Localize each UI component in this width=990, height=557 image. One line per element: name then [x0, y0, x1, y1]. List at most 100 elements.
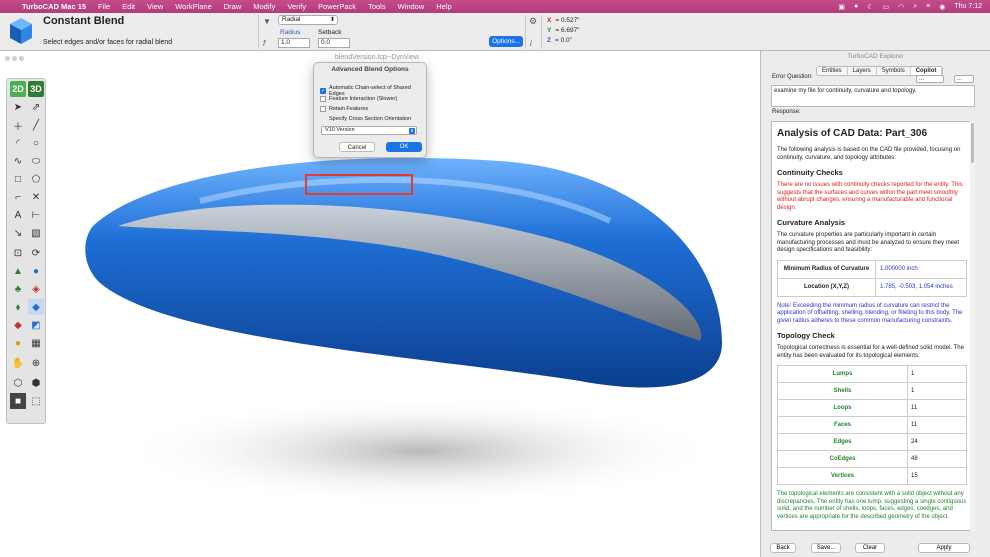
extrude-icon[interactable]: ⬧ — [10, 299, 26, 315]
question-select[interactable]: ... — [916, 75, 944, 83]
table-cell: 15 — [907, 467, 967, 485]
view-cube-icon[interactable]: ⬡ — [10, 375, 26, 391]
setback-input[interactable]: 0.0 — [318, 38, 350, 48]
pan-hand-icon[interactable]: ✋ — [10, 355, 26, 371]
gear-icon[interactable]: ⚙ — [529, 16, 537, 27]
line-icon[interactable]: ╱ — [28, 117, 44, 133]
radius-input[interactable]: 1.0 — [278, 38, 310, 48]
battery-icon[interactable]: ▭ — [883, 3, 890, 11]
back-button[interactable]: Back — [770, 543, 796, 553]
boolean-icon[interactable]: ◆ — [10, 317, 26, 333]
revolve-icon[interactable]: ♣ — [10, 281, 26, 297]
select-arrow-icon[interactable]: ➤ — [10, 99, 26, 115]
version-value: V10 Version — [325, 127, 355, 133]
hatch-icon[interactable]: ▧ — [28, 225, 44, 241]
topology-text: Topological correctness is essential for… — [777, 345, 964, 359]
wifi-icon[interactable]: ◠ — [898, 3, 904, 11]
option-retain-features[interactable]: Retain Features — [320, 106, 368, 112]
tab-copilot[interactable]: Copilot — [910, 67, 943, 75]
menu-modify[interactable]: Modify — [247, 2, 281, 11]
snap-icon[interactable]: ⊡ — [10, 245, 26, 261]
version-select[interactable]: V10 Version ⬍ — [321, 126, 417, 135]
material-icon[interactable]: ● — [10, 335, 26, 351]
options-button[interactable]: Options... — [489, 36, 523, 47]
dimension-icon[interactable]: ⊢ — [28, 207, 44, 223]
save-button[interactable]: Save... — [811, 543, 841, 553]
response-scrollbar[interactable] — [970, 121, 975, 531]
menu-help[interactable]: Help — [430, 2, 457, 11]
2d-mode-button[interactable]: 2D — [10, 81, 26, 97]
point-icon[interactable]: ＋ — [10, 117, 26, 133]
menu-app-name[interactable]: TurboCAD Mac 15 — [16, 2, 92, 11]
3d-mode-button[interactable]: 3D — [28, 81, 44, 97]
cancel-button[interactable]: Cancel — [339, 142, 375, 152]
trim-icon[interactable]: ✕ — [28, 189, 44, 205]
tab-layers[interactable]: Layers — [848, 67, 877, 75]
info-icon[interactable]: i — [530, 39, 532, 48]
model-select[interactable]: ... — [954, 75, 974, 83]
edit-arrow-icon[interactable]: ⇗ — [28, 99, 44, 115]
finder-icon[interactable]: ▣ — [838, 3, 845, 11]
cone-icon[interactable]: ▲ — [10, 263, 26, 279]
menu-view[interactable]: View — [141, 2, 169, 11]
checkbox[interactable] — [320, 106, 326, 112]
user-icon[interactable]: ◉ — [939, 3, 945, 11]
shaded-view-icon[interactable]: ■ — [10, 393, 26, 409]
option-cross-section[interactable]: Specify Cross Section Orientation — [320, 116, 411, 122]
checkbox-checked[interactable]: ✓ — [320, 88, 326, 94]
rectangle-icon[interactable]: □ — [10, 171, 26, 187]
text-icon[interactable]: A — [10, 207, 26, 223]
ok-button[interactable]: OK — [386, 142, 422, 152]
menu-verify[interactable]: Verify — [281, 2, 312, 11]
zoom-icon[interactable]: ⊕ — [28, 355, 44, 371]
menu-file[interactable]: File — [92, 2, 116, 11]
scroll-thumb[interactable] — [971, 123, 974, 163]
view-iso-icon[interactable]: ⬢ — [28, 375, 44, 391]
y-coordinate: = 6.697" — [555, 27, 580, 34]
table-cell: 1.000000 inch — [875, 259, 967, 279]
slice-icon[interactable]: ◩ — [28, 317, 44, 333]
curve-icon[interactable]: ∿ — [10, 153, 26, 169]
table-row: Lumps 1 — [777, 365, 967, 383]
circle-icon[interactable]: ○ — [28, 135, 44, 151]
blend-mode-select[interactable]: Radial ⬍ — [278, 15, 338, 25]
ellipse-icon[interactable]: ⬭ — [28, 153, 44, 169]
response-area[interactable]: Analysis of CAD Data: Part_306 The follo… — [771, 121, 975, 531]
menu-window[interactable]: Window — [392, 2, 431, 11]
moon-icon[interactable]: ☾ — [867, 3, 873, 11]
arc-icon[interactable]: ◜ — [10, 135, 26, 151]
menu-workplane[interactable]: WorkPlane — [169, 2, 218, 11]
filter-icon[interactable]: ▼ — [263, 17, 271, 26]
menu-draw[interactable]: Draw — [218, 2, 248, 11]
apply-button[interactable]: Apply — [918, 543, 970, 553]
render-icon[interactable]: ▦ — [28, 335, 44, 351]
tab-entities[interactable]: Entities — [817, 67, 848, 75]
checkbox[interactable] — [320, 96, 326, 102]
polygon-icon[interactable]: ⬠ — [28, 171, 44, 187]
coordinate-readout: X = 0.527" Y = 6.697" Z = 0.0" — [547, 16, 580, 46]
search-icon[interactable]: ⌕ — [913, 3, 917, 11]
option-label: Retain Features — [329, 106, 369, 112]
report-title: Analysis of CAD Data: Part_306 — [777, 128, 928, 139]
tab-symbols[interactable]: Symbols — [877, 67, 911, 75]
question-input[interactable]: examine my file for continuity, curvatur… — [771, 85, 975, 107]
insert-icon[interactable]: ↘ — [10, 225, 26, 241]
menu-powerpack[interactable]: PowerPack — [312, 2, 362, 11]
record-icon[interactable]: ● — [854, 3, 858, 10]
blend-icon[interactable]: ◆ — [28, 299, 44, 315]
transform-icon[interactable]: ⟳ — [28, 245, 44, 261]
sphere-icon[interactable]: ● — [28, 263, 44, 279]
menu-tools[interactable]: Tools — [362, 2, 392, 11]
formula-icon[interactable]: f — [263, 39, 265, 48]
option-label: Feature Interaction (Slower) — [329, 96, 398, 102]
menu-edit[interactable]: Edit — [116, 2, 141, 11]
clear-button[interactable]: Clear — [855, 543, 885, 553]
option-feature-interaction[interactable]: Feature Interaction (Slower) — [320, 96, 397, 102]
wireframe-view-icon[interactable]: ⬚ — [28, 393, 44, 409]
table-cell: Edges — [777, 433, 908, 451]
clock[interactable]: Thu 7:12 — [954, 3, 982, 10]
fillet-icon[interactable]: ⌐ — [10, 189, 26, 205]
control-center-icon[interactable]: ≡ — [926, 3, 930, 10]
chevron-updown-icon: ⬍ — [409, 128, 415, 134]
shell-icon[interactable]: ◈ — [28, 281, 44, 297]
